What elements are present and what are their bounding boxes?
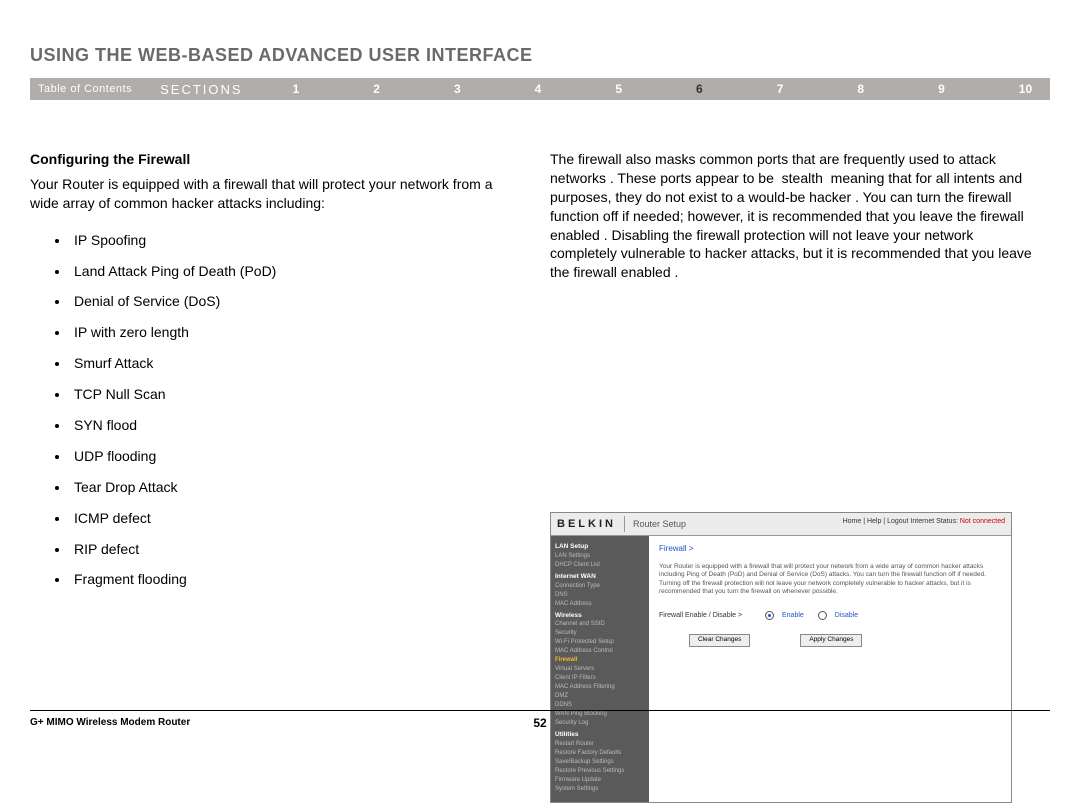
ss-sidebar: LAN Setup LAN Settings DHCP Client List … — [551, 536, 649, 802]
ss-side-item[interactable]: Restore Factory Defaults — [555, 749, 645, 758]
right-paragraph: The firewall also masks common ports tha… — [550, 150, 1040, 282]
ss-side-item[interactable]: LAN Settings — [555, 552, 645, 561]
ss-side-item[interactable]: MAC Address Control — [555, 647, 645, 656]
intro-paragraph: Your Router is equipped with a firewall … — [30, 175, 520, 213]
list-item: TCP Null Scan — [70, 385, 520, 404]
page-title: USING THE WEB-BASED ADVANCED USER INTERF… — [30, 45, 1050, 66]
ss-side-heading: Utilities — [555, 730, 645, 740]
footer-product: G+ MIMO Wireless Modem Router — [30, 717, 190, 728]
ss-side-item[interactable]: MAC Address Filtering — [555, 683, 645, 692]
ss-description: Your Router is equipped with a firewall … — [659, 563, 1001, 597]
ss-side-item[interactable]: DNS — [555, 591, 645, 600]
list-item: RIP defect — [70, 540, 520, 559]
ss-header: BELKIN Router Setup Home | Help | Logout… — [551, 513, 1011, 536]
ss-row-label: Firewall Enable / Disable > — [659, 611, 759, 620]
list-item: Smurf Attack — [70, 354, 520, 373]
subheading: Configuring the Firewall — [30, 150, 520, 169]
ss-side-item[interactable]: Wi-Fi Protected Setup — [555, 638, 645, 647]
ss-side-item[interactable]: Client IP Filters — [555, 674, 645, 683]
nav-sections-label: SECTIONS — [160, 82, 242, 97]
list-item: SYN flood — [70, 416, 520, 435]
list-item: Land Attack Ping of Death (PoD) — [70, 262, 520, 281]
left-column: Configuring the Firewall Your Router is … — [30, 150, 520, 803]
ss-opt-disable[interactable]: Disable — [835, 611, 858, 620]
ss-status-text: Not connected — [960, 518, 1005, 525]
nav-section-9[interactable]: 9 — [938, 82, 945, 96]
ss-side-item[interactable]: Firmware Update — [555, 776, 645, 785]
list-item: UDP flooding — [70, 447, 520, 466]
list-item: Fragment flooding — [70, 570, 520, 589]
nav-section-5[interactable]: 5 — [615, 82, 622, 96]
ss-breadcrumb[interactable]: Firewall > — [659, 544, 1001, 555]
list-item: IP with zero length — [70, 323, 520, 342]
ss-radio-disable[interactable] — [818, 611, 827, 620]
right-column: The firewall also masks common ports tha… — [550, 150, 1040, 803]
ss-side-item[interactable]: System Settings — [555, 785, 645, 794]
ss-side-item[interactable]: MAC Address — [555, 600, 645, 609]
ss-side-heading: Wireless — [555, 611, 645, 621]
nav-section-6[interactable]: 6 — [696, 82, 703, 96]
nav-section-3[interactable]: 3 — [454, 82, 461, 96]
ss-subtitle: Router Setup — [633, 518, 686, 530]
nav-section-8[interactable]: 8 — [857, 82, 864, 96]
ss-radio-enable[interactable] — [765, 611, 774, 620]
ss-side-item[interactable]: Channel and SSID — [555, 620, 645, 629]
ss-firewall-toggle-row: Firewall Enable / Disable > Enable Disab… — [659, 611, 1001, 620]
ss-side-item[interactable]: Save/Backup Settings — [555, 758, 645, 767]
ss-side-item[interactable]: Virtual Servers — [555, 665, 645, 674]
nav-section-4[interactable]: 4 — [535, 82, 542, 96]
list-item: IP Spoofing — [70, 231, 520, 250]
ss-side-firewall[interactable]: Firewall — [555, 656, 645, 665]
ss-header-links: Home | Help | Logout Internet Status: No… — [843, 517, 1005, 526]
attack-list: IP Spoofing Land Attack Ping of Death (P… — [30, 231, 520, 590]
nav-section-7[interactable]: 7 — [777, 82, 784, 96]
ss-brand-logo: BELKIN — [557, 517, 616, 532]
ss-main-panel: Firewall > Your Router is equipped with … — [649, 536, 1011, 802]
ss-opt-enable[interactable]: Enable — [782, 611, 804, 620]
ss-apply-button[interactable]: Apply Changes — [800, 634, 862, 647]
list-item: Denial of Service (DoS) — [70, 292, 520, 311]
ss-side-item[interactable]: Connection Type — [555, 582, 645, 591]
ss-side-heading: LAN Setup — [555, 542, 645, 552]
footer-page-number: 52 — [533, 716, 546, 730]
page-footer: G+ MIMO Wireless Modem Router 52 — [30, 710, 1050, 728]
list-item: Tear Drop Attack — [70, 478, 520, 497]
nav-section-10[interactable]: 10 — [1019, 82, 1032, 96]
ss-side-item[interactable]: Restore Previous Settings — [555, 767, 645, 776]
ss-side-item[interactable]: DMZ — [555, 692, 645, 701]
ss-clear-button[interactable]: Clear Changes — [689, 634, 750, 647]
ss-side-heading: Internet WAN — [555, 572, 645, 582]
nav-toc-link[interactable]: Table of Contents — [38, 83, 132, 95]
nav-section-2[interactable]: 2 — [373, 82, 380, 96]
nav-section-1[interactable]: 1 — [293, 82, 300, 96]
section-nav-bar: Table of Contents SECTIONS 1 2 3 4 5 6 7… — [30, 78, 1050, 100]
ss-side-item[interactable]: DHCP Client List — [555, 561, 645, 570]
router-ui-screenshot: BELKIN Router Setup Home | Help | Logout… — [550, 512, 1012, 803]
list-item: ICMP defect — [70, 509, 520, 528]
ss-side-item[interactable]: Restart Router — [555, 740, 645, 749]
ss-side-item[interactable]: Security — [555, 629, 645, 638]
